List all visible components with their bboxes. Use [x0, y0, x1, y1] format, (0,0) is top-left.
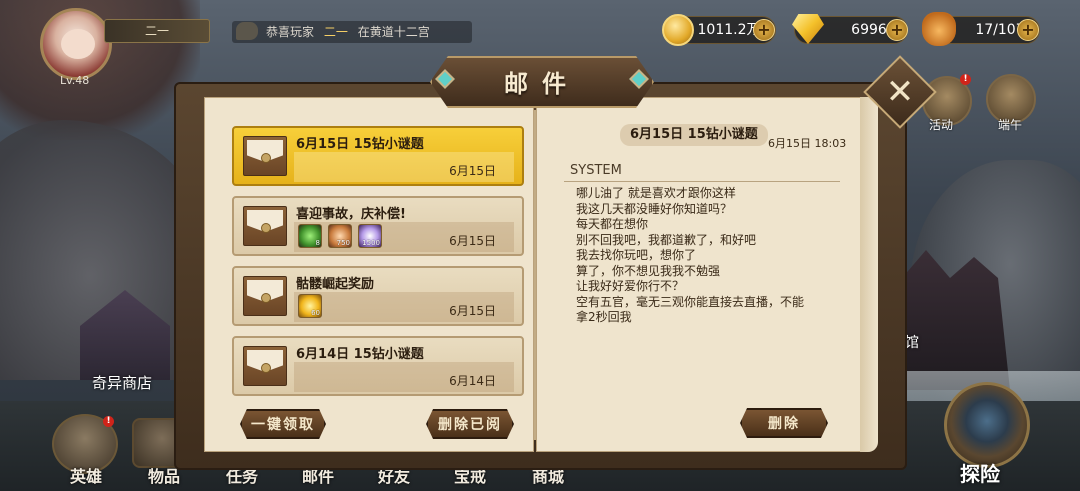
detail-time: 6月15日 18:03: [768, 137, 847, 150]
mail-item-selected[interactable]: 6月15日 15钻小谜题 6月15日: [232, 126, 524, 186]
attachment-count: 8: [315, 239, 320, 247]
detail-line: 我这几天都没睡好你知道吗？: [576, 201, 733, 216]
stamina-icon: [922, 12, 956, 46]
envelope-icon: [243, 276, 287, 316]
pane-divider: [534, 110, 536, 440]
green-orb-icon[interactable]: 8: [298, 224, 322, 248]
detail-line: 哪儿油了 就是喜欢才跟你这样: [576, 186, 736, 200]
player-avatar[interactable]: [40, 8, 112, 80]
detail-line: 拿2秒回我: [576, 310, 632, 324]
add-gold-button[interactable]: +: [753, 19, 775, 41]
claim-all-button[interactable]: 一键领取: [240, 409, 326, 439]
festival-label: 端午: [998, 118, 1023, 132]
avatar-face: [61, 29, 95, 59]
mail-item-date: 6月15日: [449, 234, 496, 248]
hand-item-icon[interactable]: 750: [328, 224, 352, 248]
hall-label[interactable]: 馆: [905, 332, 919, 352]
paper-edge: [860, 97, 878, 452]
mail-window-title: 邮件: [504, 70, 580, 98]
broadcast-notice: 恭喜玩家 二一 在黄道十二宫: [232, 21, 472, 43]
strange-shop-label[interactable]: 奇异商店: [92, 372, 152, 393]
detail-title: 6月15日 15钻小谜题: [620, 124, 768, 146]
mail-item-title: 喜迎事故，庆补偿!: [296, 207, 406, 222]
add-gem-button[interactable]: +: [886, 19, 908, 41]
envelope-icon: [243, 346, 287, 386]
delete-button[interactable]: 删除: [740, 408, 828, 438]
sender-divider: [564, 181, 840, 182]
detail-line: 算了，你不想见我我不勉强: [576, 263, 721, 278]
detail-body: 哪儿油了 就是喜欢才跟你这样 我这几天都没睡好你知道吗？ 每天都在想你 别不回我…: [576, 186, 846, 326]
explore-button[interactable]: [944, 382, 1030, 468]
notice-player: 二一: [323, 25, 348, 39]
seal-icon: [261, 293, 271, 303]
gold-value: 1011.2万: [697, 22, 761, 38]
gold-gem-icon[interactable]: 60: [298, 294, 322, 318]
activity-alert-icon: !: [960, 74, 971, 85]
seal-icon: [261, 363, 271, 373]
notice-suffix: 在黄道十二宫: [357, 25, 430, 39]
player-name: 二一: [104, 19, 210, 43]
notice-prefix: 恭喜玩家: [266, 25, 315, 39]
hero-alert-icon: !: [103, 416, 114, 427]
detail-line: 别不回我吧，我都道歉了，和好吧: [576, 232, 757, 247]
detail-line: 空有五官，毫无三观你能直接去直播，不能: [576, 294, 805, 309]
nav-heroes[interactable]: 英雄: [70, 463, 102, 487]
mail-item-title: 6月14日 15钻小谜题: [296, 347, 424, 362]
attachment-count: 1500: [362, 239, 380, 247]
purple-crystal-icon[interactable]: 1500: [358, 224, 382, 248]
seal-icon: [261, 153, 271, 163]
gold-coin-icon: [662, 14, 694, 46]
attachment-count: 750: [336, 239, 350, 247]
seal-icon: [261, 223, 271, 233]
close-icon[interactable]: ✕: [874, 68, 926, 116]
mail-item-title: 骷髅崛起奖励: [296, 277, 375, 292]
mail-item[interactable]: 喜迎事故，庆补偿! 8 750 1500 6月15日: [232, 196, 524, 256]
detail-line: 让我好好爱你行不？: [576, 279, 685, 293]
mail-item-date: 6月14日: [449, 374, 496, 388]
gem-value: 6996: [851, 22, 887, 38]
envelope-icon: [243, 136, 287, 176]
mail-item-date: 6月15日: [449, 164, 496, 178]
mail-item[interactable]: 6月14日 15钻小谜题 6月14日: [232, 336, 524, 396]
mail-item-title: 6月15日 15钻小谜题: [296, 137, 424, 152]
add-stamina-button[interactable]: +: [1017, 19, 1039, 41]
detail-line: 每天都在想你: [576, 217, 649, 231]
detail-line: 我去找你玩吧，想你了: [576, 248, 697, 262]
player-level: Lv.48: [60, 74, 90, 87]
activity-label: 活动: [929, 118, 954, 132]
mail-item[interactable]: 骷髅崛起奖励 60 6月15日: [232, 266, 524, 326]
detail-sender: SYSTEM: [570, 163, 622, 178]
mail-item-date: 6月15日: [449, 304, 496, 318]
delete-read-button[interactable]: 删除已阅: [426, 409, 514, 439]
envelope-icon: [243, 206, 287, 246]
attachment-count: 60: [311, 309, 320, 317]
explore-label[interactable]: 探险: [960, 458, 1000, 487]
